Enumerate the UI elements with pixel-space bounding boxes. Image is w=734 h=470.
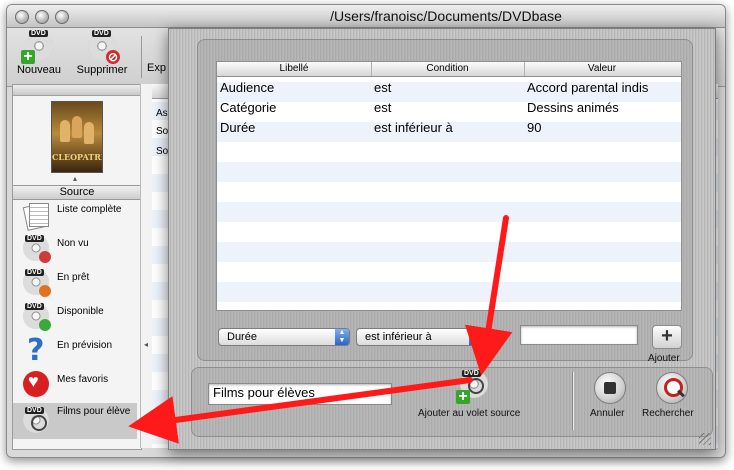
annotation-arrow bbox=[464, 215, 513, 376]
annotation-arrows bbox=[128, 215, 513, 444]
annotation-arrow bbox=[128, 377, 473, 444]
